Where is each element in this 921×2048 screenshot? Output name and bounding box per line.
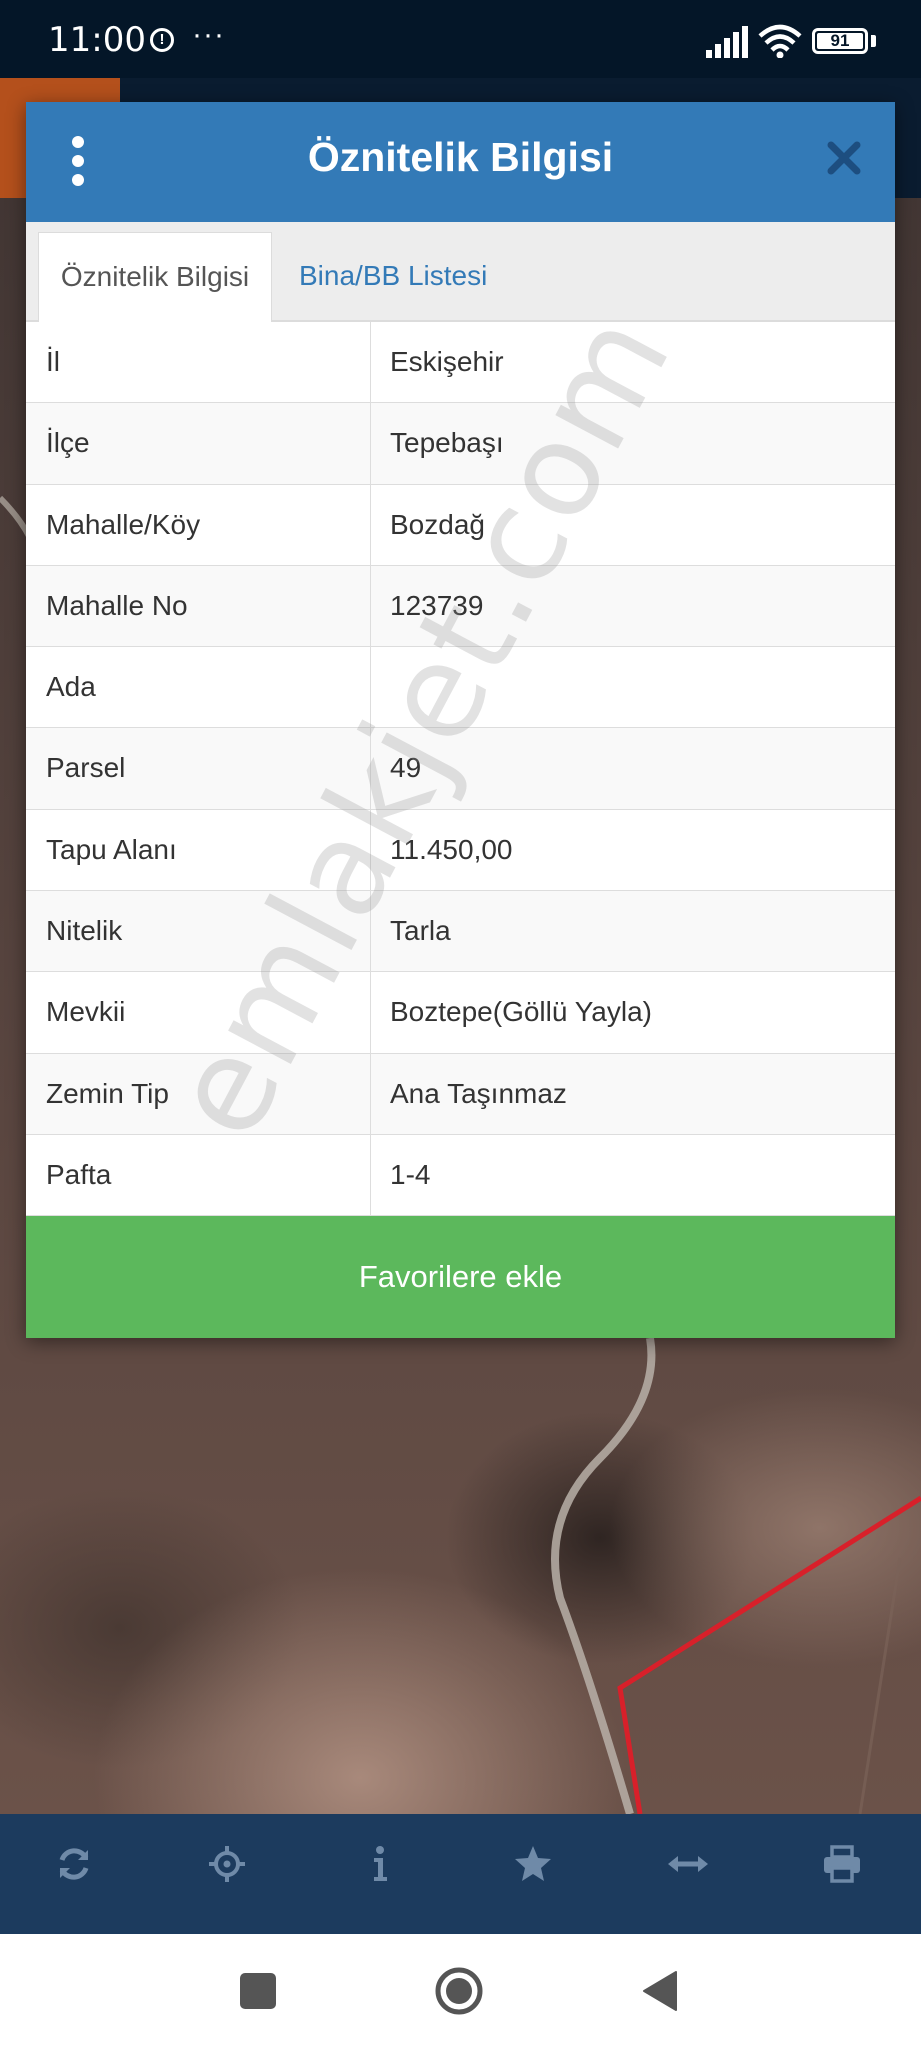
row-key: Ada <box>46 671 96 703</box>
close-icon[interactable] <box>824 138 864 178</box>
more-notifications-icon: ··· <box>192 18 225 51</box>
back-icon[interactable] <box>642 1970 678 2012</box>
tab-attribute-info[interactable]: Öznitelik Bilgisi <box>38 232 272 324</box>
crosshair-icon[interactable] <box>197 1844 257 1904</box>
row-key: Mahalle No <box>46 589 188 621</box>
battery-level: 91 <box>830 31 850 50</box>
dialog-header: Öznitelik Bilgisi <box>26 102 895 222</box>
wifi-icon <box>758 24 802 58</box>
row-value: Ana Taşınmaz <box>390 1077 567 1109</box>
measure-icon[interactable] <box>658 1844 718 1904</box>
row-key: Tapu Alanı <box>46 833 177 865</box>
recent-apps-icon[interactable] <box>240 1973 276 2009</box>
info-icon[interactable] <box>350 1844 410 1904</box>
table-row: İl Eskişehir <box>26 322 895 404</box>
row-key: Pafta <box>46 1158 112 1190</box>
row-key: Parsel <box>46 752 126 784</box>
table-row: İlçe Tepebaşı <box>26 403 895 485</box>
table-row: Pafta 1-4 <box>26 1134 895 1217</box>
table-row: Mevkii Boztepe(Göllü Yayla) <box>26 972 895 1054</box>
status-time: 11:00 <box>48 20 146 60</box>
battery-icon: 91 <box>812 28 868 54</box>
star-icon[interactable] <box>503 1844 563 1904</box>
row-key: Nitelik <box>46 915 123 947</box>
print-icon[interactable] <box>812 1844 872 1904</box>
row-value: Boztepe(Göllü Yayla) <box>390 996 652 1028</box>
refresh-icon[interactable] <box>44 1844 104 1904</box>
add-to-favorites-button[interactable]: Favorilere ekle <box>26 1216 895 1338</box>
row-key: İlçe <box>46 427 90 459</box>
alert-icon: ! <box>150 28 174 52</box>
table-row: Nitelik Tarla <box>26 891 895 973</box>
table-row: Tapu Alanı 11.450,00 <box>26 809 895 892</box>
map-toolbar <box>0 1814 921 1934</box>
status-bar: 11:00 ! ··· 91 <box>0 0 921 78</box>
row-value: 1-4 <box>390 1158 431 1190</box>
row-key: Mahalle/Köy <box>46 508 201 540</box>
dialog-title: Öznitelik Bilgisi <box>307 134 614 180</box>
tab-building-list[interactable]: Bina/BB Listesi <box>299 232 487 320</box>
row-value: Eskişehir <box>390 346 504 377</box>
home-icon[interactable] <box>434 1966 484 2016</box>
tab-bar: Öznitelik Bilgisi Bina/BB Listesi <box>26 222 895 324</box>
signal-icon <box>706 26 748 58</box>
row-key: İl <box>46 346 60 377</box>
row-key: Mevkii <box>46 996 126 1028</box>
system-nav-bar <box>0 1934 921 2048</box>
